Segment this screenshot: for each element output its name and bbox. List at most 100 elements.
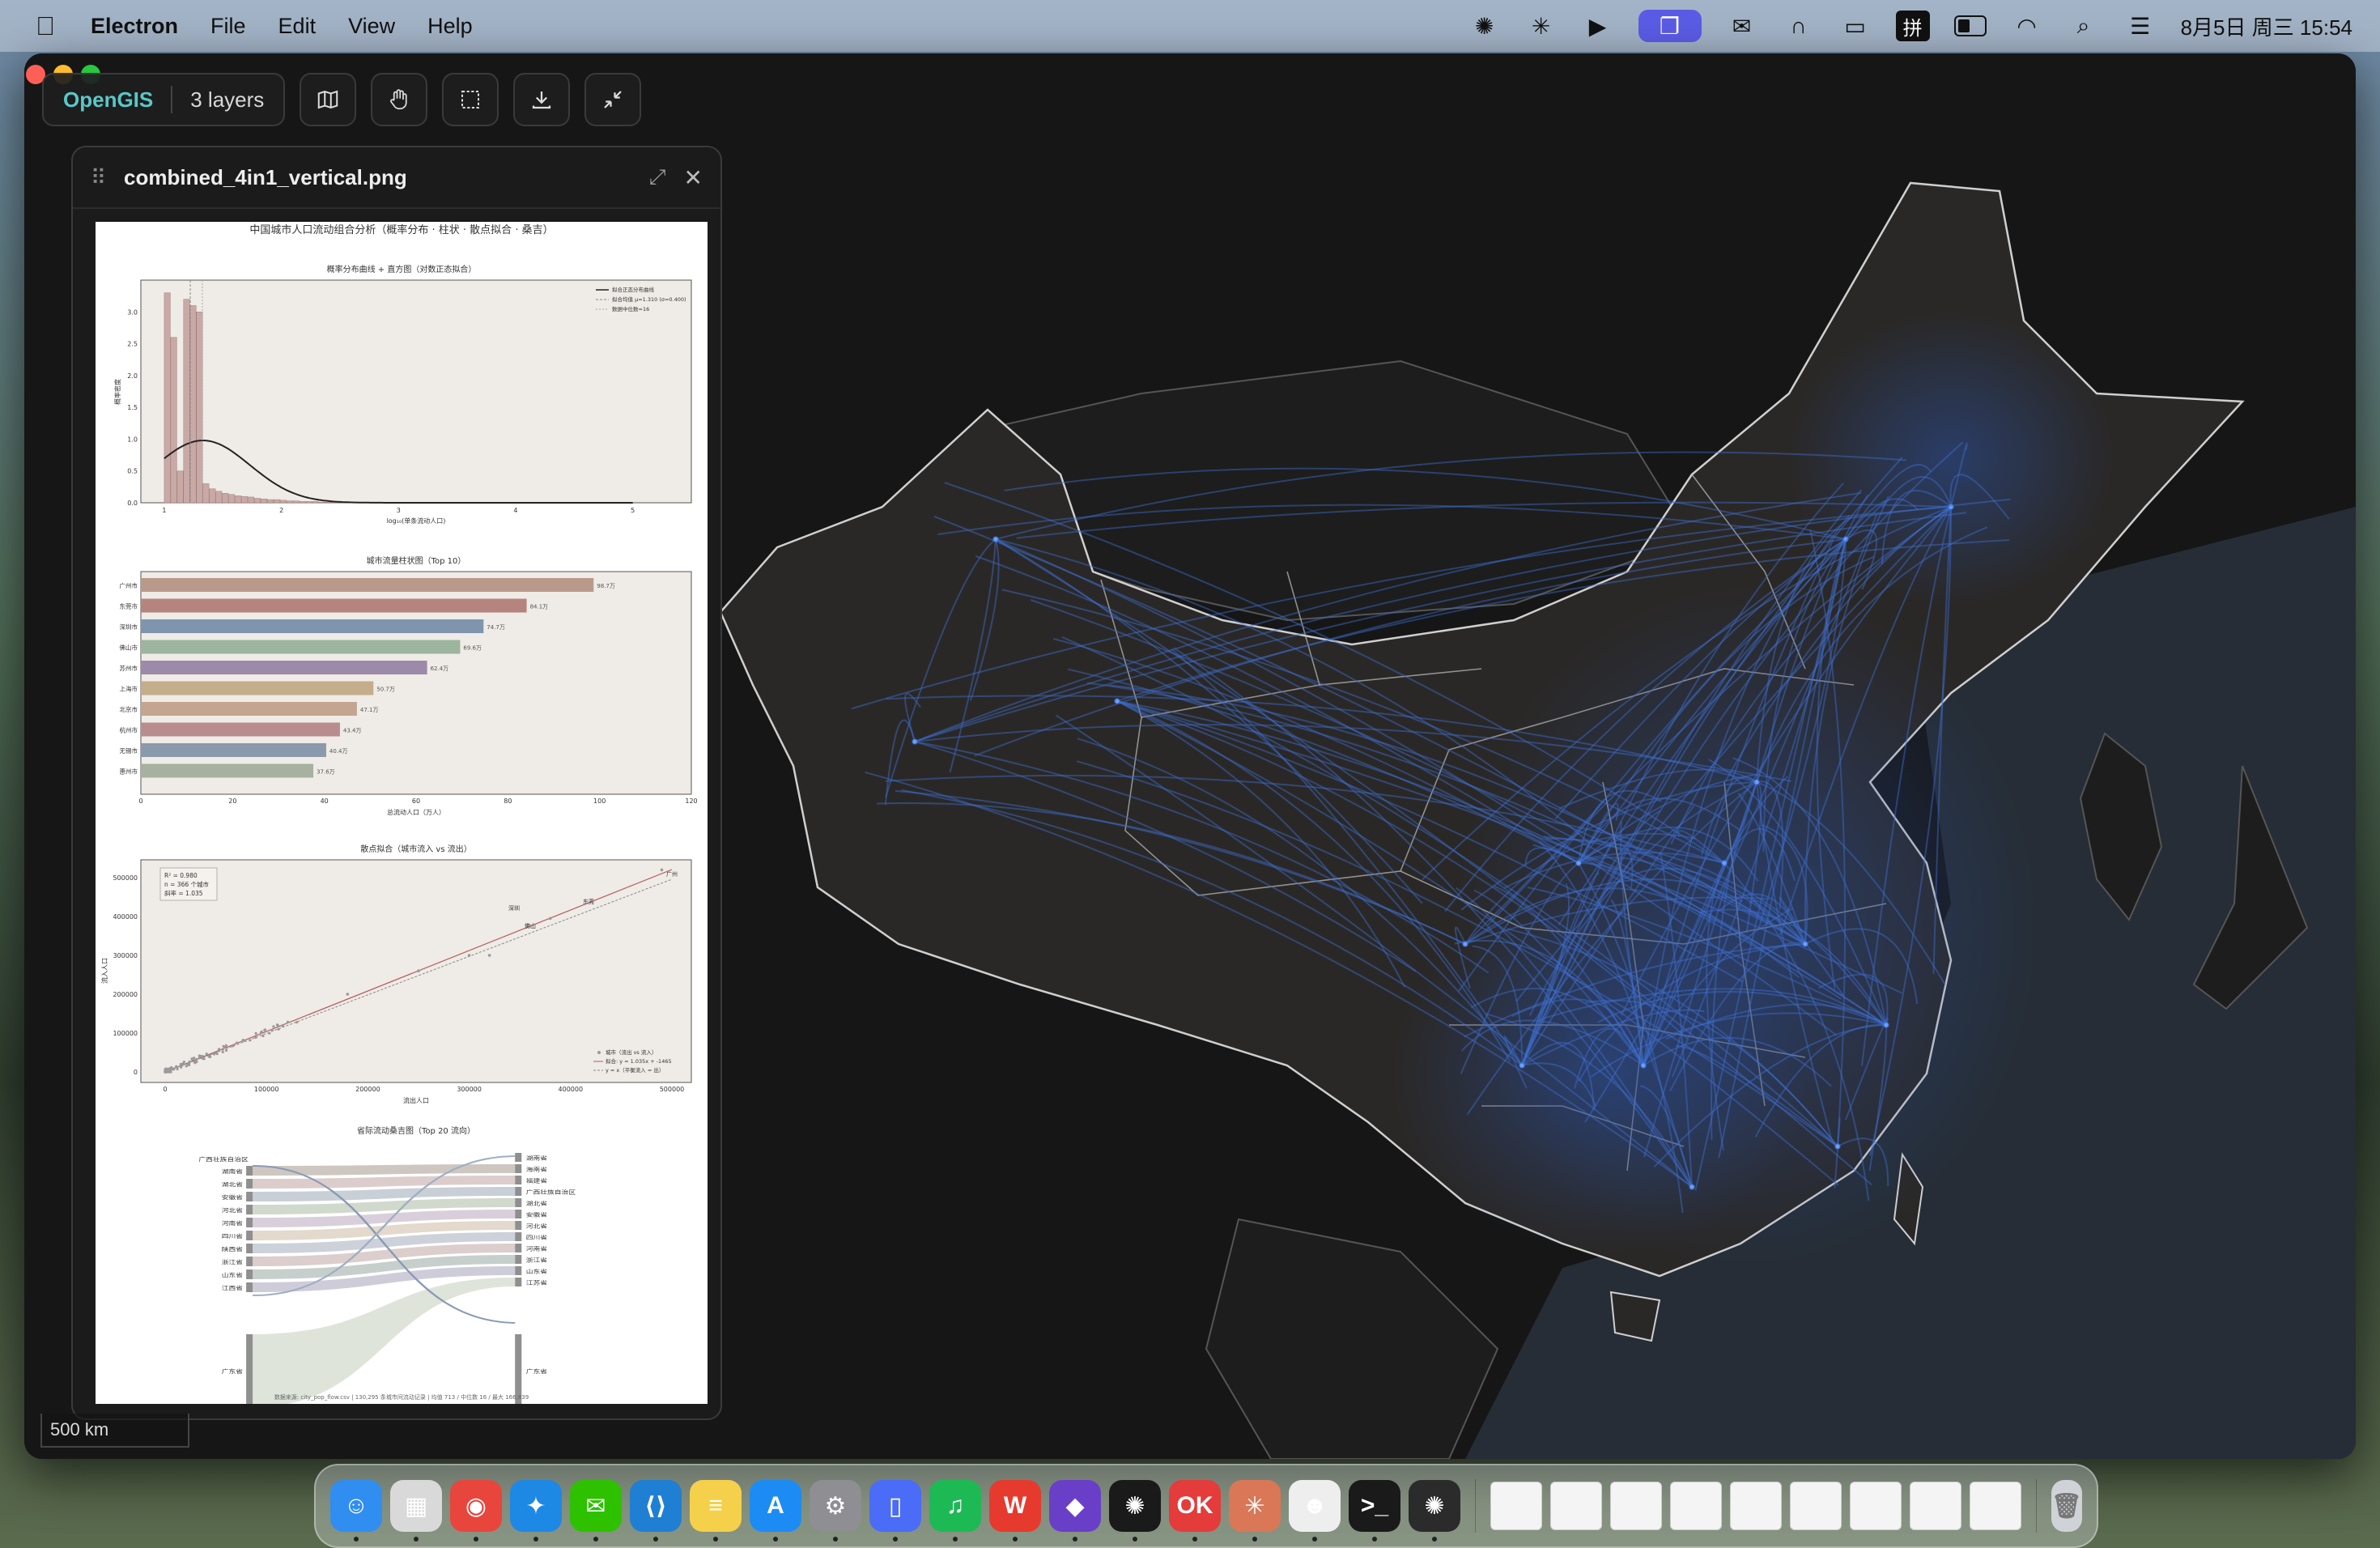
terminal-icon[interactable]: >_ [1349, 1480, 1400, 1542]
hist-bar [254, 498, 261, 504]
flow-node [1883, 1022, 1889, 1028]
notes-icon[interactable]: ≡ [690, 1480, 742, 1542]
menu-bar:  Electron File Edit View Help ✺ ✳ ▶ ❐ ✉… [0, 0, 2380, 52]
wifi-icon[interactable]: ◠ [2011, 10, 2043, 42]
hist-bar [292, 500, 300, 504]
scatter-label-foshan: 佛山 [525, 922, 536, 929]
play-status-icon[interactable]: ▶ [1582, 10, 1614, 42]
hist-ytick: 0.5 [127, 468, 138, 475]
apple-menu-icon[interactable]:  [32, 11, 58, 41]
drag-handle-icon[interactable]: ⠿ [91, 165, 106, 190]
trash-icon[interactable]: 🗑 [2051, 1480, 2082, 1532]
running-indicator [593, 1537, 598, 1542]
scatter-point [249, 1039, 252, 1042]
flow-node [1802, 941, 1808, 947]
sankey-right-label: 安徽省 [526, 1211, 548, 1218]
bar-city-label: 杭州市 [120, 726, 138, 734]
minimized-window-thumbnail[interactable] [1969, 1482, 2021, 1530]
app-menu[interactable]: Electron [91, 14, 178, 39]
vscode-icon[interactable]: ⟨⟩ [630, 1480, 682, 1542]
hist-bar [241, 495, 249, 504]
panel-header[interactable]: ⠿ combined_4in1_vertical.png ⤢ ✕ [73, 147, 720, 209]
expand-icon[interactable]: ⤢ [649, 164, 666, 190]
sankey-left-label: 河南省 [222, 1219, 244, 1226]
scatter-point [176, 1067, 179, 1070]
battery-icon[interactable] [1953, 10, 1987, 42]
wps-icon[interactable]: W [989, 1480, 1041, 1542]
wechat-status-icon[interactable]: ✉ [1726, 10, 1758, 42]
scatter-legend-1: 城市（流出 vs 流入） [606, 1048, 657, 1056]
minimized-window-thumbnail[interactable] [1789, 1482, 1842, 1530]
system-settings-icon[interactable]: ⚙ [810, 1480, 861, 1542]
window-manager-icon[interactable]: ❐ [1638, 10, 1702, 42]
control-center-icon[interactable]: ☰ [2124, 10, 2157, 42]
minimized-window-thumbnail[interactable] [1669, 1482, 1722, 1530]
minimized-window-thumbnail[interactable] [1849, 1482, 1902, 1530]
scatter-point [467, 954, 471, 957]
scatter-stat-slope: 斜率 = 1.035 [164, 889, 203, 897]
safari-icon[interactable]: ✦ [510, 1480, 562, 1542]
chatgpt-icon[interactable]: ✺ [1109, 1480, 1161, 1542]
hist-legend-3: 数据中位数=16 [612, 305, 649, 313]
display-icon[interactable]: ▭ [1839, 10, 1872, 42]
pan-button[interactable] [371, 73, 428, 126]
image-viewer-panel: ⠿ combined_4in1_vertical.png ⤢ ✕ 中国城市人口流… [71, 146, 722, 1420]
sankey-left-node [246, 1218, 253, 1227]
ok-app-icon[interactable]: OK [1169, 1480, 1221, 1542]
close-panel-icon[interactable]: ✕ [684, 164, 703, 191]
bar-value-label: 62.4万 [431, 666, 449, 672]
scatter-point [272, 1025, 275, 1028]
minimized-window-thumbnail[interactable] [1549, 1482, 1602, 1530]
claude-icon[interactable]: ✳ [1229, 1480, 1281, 1542]
menu-view[interactable]: View [348, 14, 395, 39]
openai-icon[interactable]: ✺ [1409, 1480, 1460, 1542]
launchpad-icon[interactable]: ▦ [390, 1480, 442, 1542]
download-button[interactable] [513, 73, 571, 126]
menu-help[interactable]: Help [427, 14, 473, 39]
menu-edit[interactable]: Edit [278, 14, 317, 39]
hist-bar [286, 500, 293, 504]
minimized-window-thumbnail[interactable] [1909, 1482, 1961, 1530]
phone-mirror-icon[interactable]: ▯ [869, 1480, 921, 1542]
input-method-icon[interactable]: 拼 [1895, 11, 1930, 41]
minimized-window-thumbnail[interactable] [1490, 1482, 1542, 1530]
scatter-xtick: 200000 [355, 1086, 380, 1093]
collapse-button[interactable] [584, 73, 642, 126]
hist-bar [235, 495, 242, 504]
hist-xlabel: log₁₀(单条流动人口) [387, 517, 446, 525]
scatter-point [193, 1061, 197, 1065]
select-area-button[interactable] [442, 73, 499, 126]
layer-summary[interactable]: OpenGIS 3 layers [42, 73, 286, 126]
sankey-right-label: 河北省 [526, 1223, 548, 1229]
claude-status-icon[interactable]: ✳ [1525, 10, 1558, 42]
headphones-icon[interactable]: ∩ [1783, 10, 1815, 42]
image-main-title: 中国城市人口流动组合分析（概率分布 · 柱状 · 散点拟合 · 桑吉） [249, 223, 553, 236]
menu-file[interactable]: File [210, 14, 246, 39]
hist-bar [312, 501, 319, 504]
openai-status-icon[interactable]: ✺ [1468, 10, 1501, 42]
finder-icon[interactable]: ☺ [330, 1480, 382, 1542]
mascot-app-icon[interactable]: ☻ [1289, 1480, 1341, 1542]
menubar-clock[interactable]: 8月5日 周三 15:54 [2181, 11, 2352, 41]
hist-bar [196, 312, 203, 504]
scatter-point [202, 1057, 206, 1061]
minimized-window-thumbnail[interactable] [1609, 1482, 1662, 1530]
minimized-window-thumbnail[interactable] [1729, 1482, 1782, 1530]
wechat-icon[interactable]: ✉ [570, 1480, 622, 1542]
running-indicator [414, 1537, 419, 1542]
image-footer: 数据来源: city_pop_flow.csv | 130,295 条城市间流动… [274, 1393, 529, 1401]
chrome-icon[interactable]: ◉ [450, 1480, 502, 1542]
bar-xtick: 80 [504, 797, 512, 805]
sankey-right-node [515, 1266, 522, 1275]
sankey-right-node [515, 1255, 522, 1264]
spotlight-search-icon[interactable]: ⌕ [2068, 10, 2100, 42]
hist-bar [215, 491, 223, 504]
scatter-xtick: 300000 [457, 1086, 482, 1093]
basemap-button[interactable] [300, 73, 357, 126]
app-store-icon[interactable]: A [750, 1480, 801, 1542]
hist-plot-area [140, 279, 692, 504]
scatter-point [241, 1039, 244, 1042]
hist-xtick: 1 [162, 507, 166, 514]
obsidian-icon[interactable]: ◆ [1049, 1480, 1101, 1542]
spotify-icon[interactable]: ♫ [929, 1480, 981, 1542]
